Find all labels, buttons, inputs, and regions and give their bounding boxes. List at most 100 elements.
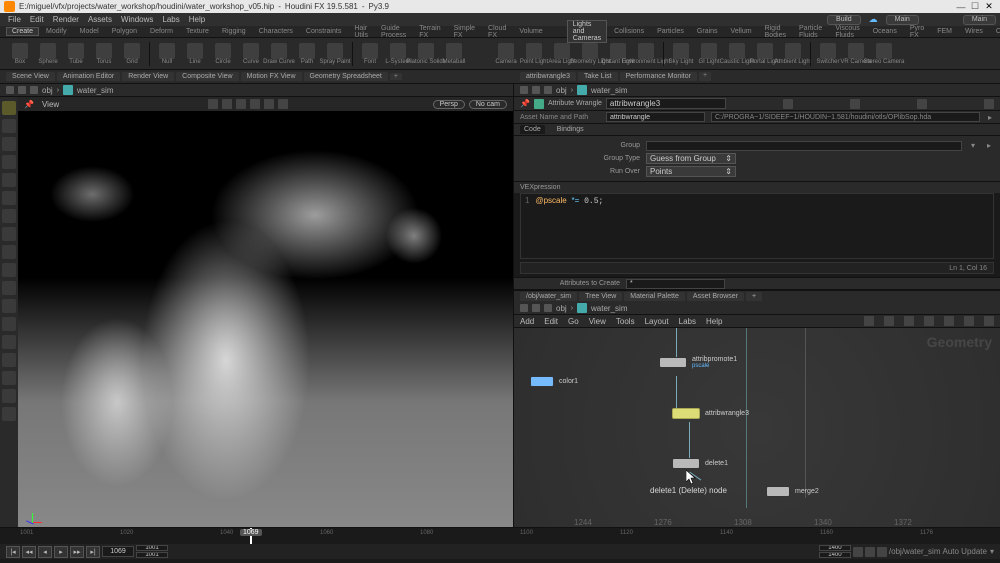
vp-icon[interactable] <box>208 99 218 109</box>
chevron-right-icon[interactable]: ▸ <box>986 113 994 122</box>
shelf-tab[interactable]: Viscous Fluids <box>829 24 865 40</box>
home-icon[interactable] <box>544 86 552 94</box>
shelf-tab[interactable]: Characters <box>253 27 299 36</box>
node-merge2[interactable]: merge2 <box>766 486 819 497</box>
pane-tab[interactable]: Performance Monitor <box>620 72 697 81</box>
play-rev-button[interactable]: ◂ <box>38 546 52 558</box>
tool-icon[interactable] <box>2 371 16 385</box>
vp-icon[interactable] <box>264 99 274 109</box>
info-icon[interactable] <box>917 99 927 109</box>
group-type-select[interactable]: Guess from Group⇕ <box>646 153 736 164</box>
pane-tab[interactable]: Render View <box>122 72 174 81</box>
vp-icon[interactable] <box>222 99 232 109</box>
shelf-tool[interactable]: Curve <box>237 43 265 65</box>
asset-name-field[interactable] <box>606 112 705 122</box>
start-frame-field[interactable] <box>136 545 168 551</box>
vp-icon[interactable] <box>236 99 246 109</box>
node-delete1[interactable]: delete1 <box>672 458 728 469</box>
ne-menu[interactable]: Edit <box>544 317 558 326</box>
tool-icon[interactable] <box>2 209 16 223</box>
end-frame-field2[interactable] <box>819 552 851 558</box>
menu-windows[interactable]: Windows <box>117 15 157 24</box>
shelf-tool[interactable]: Draw Curve <box>265 43 293 65</box>
shelf-tool[interactable]: Circle <box>209 43 237 65</box>
ne-menu[interactable]: View <box>589 317 606 326</box>
shelf-tool[interactable]: Font <box>356 43 384 65</box>
ne-menu[interactable]: Labs <box>679 317 696 326</box>
tool-icon[interactable] <box>2 191 16 205</box>
shelf-tab[interactable]: Hair Utils <box>348 24 374 40</box>
gear-icon[interactable] <box>783 99 793 109</box>
ne-tab[interactable]: Material Palette <box>624 292 685 301</box>
tool-icon[interactable] <box>2 281 16 295</box>
fwd-icon[interactable] <box>532 86 540 94</box>
shelf-tool[interactable]: Path <box>293 43 321 65</box>
pin-icon[interactable]: 📌 <box>520 99 530 108</box>
crumb-part[interactable]: obj <box>556 86 567 95</box>
crumb-part[interactable]: water_sim <box>591 304 627 313</box>
menu-help[interactable]: Help <box>185 15 209 24</box>
ne-icon[interactable] <box>904 316 914 326</box>
shelf-tab[interactable]: Vellum <box>725 27 758 36</box>
shelf-tool[interactable]: Spray Paint <box>321 43 349 65</box>
lock-icon[interactable] <box>853 547 863 557</box>
shelf-tab[interactable]: Cloud FX <box>482 24 512 40</box>
shelf-tool[interactable]: Sphere <box>34 43 62 65</box>
shelf-tool[interactable]: Stereo Camera <box>870 43 898 65</box>
timeline[interactable]: 1001 1020 1040 1060 1080 1100 1120 1140 … <box>0 527 1000 543</box>
node-color1[interactable]: color1 <box>530 376 578 387</box>
ne-tab[interactable]: Asset Browser <box>687 292 744 301</box>
rotate-tool-icon[interactable] <box>2 137 16 151</box>
shelf-tab[interactable]: Deform <box>144 27 179 36</box>
shelf-tool[interactable]: Point Light <box>520 43 548 65</box>
help-icon[interactable] <box>850 99 860 109</box>
timeline-track[interactable]: 1001 1020 1040 1060 1080 1100 1120 1140 … <box>0 528 1000 544</box>
tool-icon[interactable] <box>2 335 16 349</box>
pane-tab[interactable]: Animation Editor <box>57 72 120 81</box>
shelf-tab[interactable]: Model <box>74 27 105 36</box>
crumb-part[interactable]: obj <box>42 86 53 95</box>
menu-file[interactable]: File <box>4 15 25 24</box>
current-frame-field[interactable] <box>102 546 134 557</box>
tool-icon[interactable] <box>2 407 16 421</box>
pane-tab[interactable]: Scene View <box>6 72 55 81</box>
camera-persp[interactable]: Persp <box>433 100 465 109</box>
home-icon[interactable] <box>544 304 552 312</box>
shelf-tab[interactable]: Guide Process <box>375 24 412 40</box>
crumb-part[interactable]: obj <box>556 304 567 313</box>
ne-tab[interactable]: /obj/water_sim <box>520 292 577 301</box>
vex-editor[interactable]: 1@pscale *= 0.5; <box>520 193 994 259</box>
prev-frame-button[interactable]: ◂◂ <box>22 546 36 558</box>
shelf-tool[interactable]: Platonic Solids <box>412 43 440 65</box>
tool-icon[interactable] <box>2 173 16 187</box>
shelf-tab[interactable]: Modify <box>40 27 73 36</box>
shelf-tab[interactable]: Collisions <box>608 27 650 36</box>
tab-code[interactable]: Code <box>520 125 545 134</box>
shelf-tool[interactable]: Tube <box>62 43 90 65</box>
ne-menu[interactable]: Layout <box>645 317 669 326</box>
pin-icon[interactable]: 📌 <box>24 100 34 109</box>
move-tool-icon[interactable] <box>2 119 16 133</box>
chevron-icon[interactable]: ▾ <box>968 141 978 150</box>
end-frame-field[interactable] <box>819 545 851 551</box>
pane-tab[interactable]: attribwrangle3 <box>520 72 576 81</box>
scale-tool-icon[interactable] <box>2 155 16 169</box>
chevron-down-icon[interactable]: ▾ <box>990 547 994 556</box>
next-frame-button[interactable]: ▸▸ <box>70 546 84 558</box>
shelf-tool[interactable]: Environment Light <box>632 43 660 65</box>
shelf-tab[interactable]: Terrain FX <box>413 24 446 40</box>
tool-icon[interactable] <box>2 263 16 277</box>
desktop-main2[interactable]: Main <box>963 15 996 25</box>
runover-select[interactable]: Points⇕ <box>646 166 736 177</box>
node-name-field[interactable] <box>606 98 726 109</box>
shelf-tool[interactable]: Camera <box>492 43 520 65</box>
pane-tab[interactable]: Composite View <box>176 72 238 81</box>
add-pane-tab[interactable]: + <box>699 72 711 81</box>
shelf-tab[interactable]: Simple FX <box>448 24 481 40</box>
shelf-tab[interactable]: Pyro FX <box>904 24 930 40</box>
play-button[interactable]: ▸ <box>54 546 68 558</box>
shelf-tab[interactable]: Polygon <box>106 27 143 36</box>
menu-labs[interactable]: Labs <box>158 15 183 24</box>
crumb-part[interactable]: water_sim <box>77 86 113 95</box>
shelf-tab[interactable]: Create <box>6 27 39 36</box>
